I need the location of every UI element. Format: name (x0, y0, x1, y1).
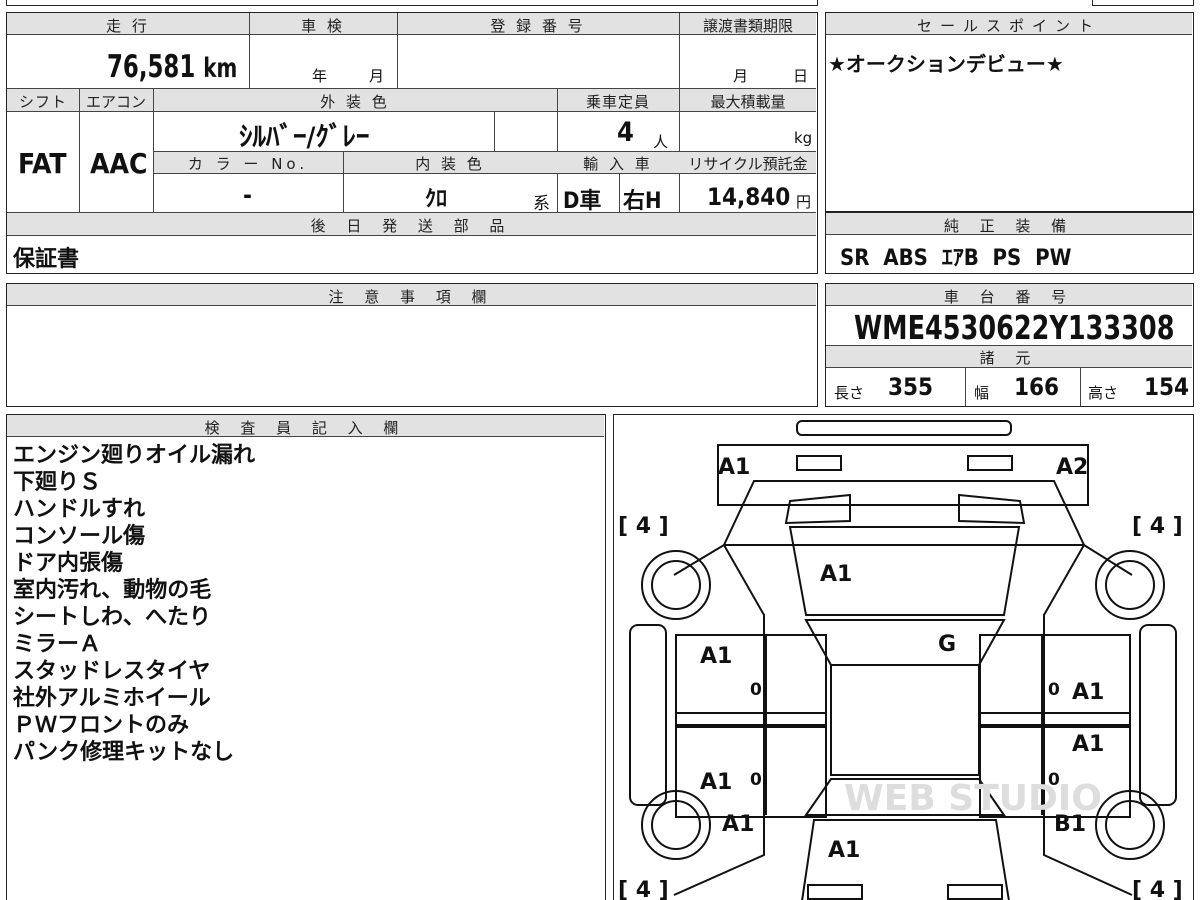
genuine-equipment-label: 純 正 装 備 (943, 217, 1075, 235)
max-load-unit: kg (794, 129, 813, 147)
sales-point-box: セールスポイント ★オークションデビュー★ (825, 12, 1194, 212)
mark-rear-fender-left: A1 (722, 812, 754, 837)
chassis-label: 車 台 番 号 (943, 288, 1075, 306)
mark-front-left: A1 (718, 455, 750, 480)
width-value: 166 (1014, 373, 1060, 401)
chassis-box: 車 台 番 号 WME4530622Y133308 諸 元 長さ 355 幅 1… (825, 283, 1194, 407)
note-item: シートしわ、へたり (13, 605, 212, 630)
recycle-label: リサイクル預託金 (688, 155, 808, 173)
genuine-equipment-box: 純 正 装 備 SR ABS ｴｱB PS PW (825, 212, 1194, 274)
note-item: コンソール傷 (13, 524, 146, 549)
car-diagram: WEB STUDIO [ 4 ] [ 4 ] [ 4 ] [ 4 ] A1 A2… (618, 420, 1183, 900)
interior-color-suffix: 系 (533, 194, 550, 214)
inspector-box: 検 査 員 記 入 欄 エンジン廻りオイル漏れ 下廻りＳ ハンドルすれ コンソー… (6, 414, 606, 900)
registration-label: 登 録 番 号 (490, 17, 586, 35)
caution-box: 注 意 事 項 欄 (6, 283, 818, 407)
mileage-value: 76,581 km (107, 49, 238, 85)
sales-point-label: セールスポイント (916, 17, 1101, 35)
mark-rear-fender-right: B1 (1054, 812, 1086, 837)
mark-zero: 0 (1048, 770, 1060, 790)
color-no-value: - (243, 181, 252, 209)
import-handle: 右H (623, 189, 662, 214)
aircon-label: エアコン (85, 93, 146, 111)
mark-zero: 0 (1048, 680, 1060, 700)
tire-top-left: [ 4 ] (618, 514, 669, 539)
capacity-unit: 人 (653, 133, 669, 151)
note-item: ドア内張傷 (13, 551, 124, 576)
mark-front-door-left: A1 (700, 644, 732, 669)
note-item: ミラーＡ (13, 632, 102, 657)
color-no-label: カ ラ ー No. (187, 155, 309, 173)
sales-point-text: ★オークションデビュー★ (828, 52, 1064, 76)
specs-label: 諸 元 (979, 349, 1039, 367)
length-label: 長さ (834, 384, 865, 402)
genuine-equipment-value: SR ABS ｴｱB PS PW (840, 246, 1072, 271)
mark-zero: 0 (750, 770, 762, 790)
mark-front-door-right: A1 (1072, 680, 1104, 705)
recycle-value: 14,840 (707, 183, 791, 211)
mileage-label: 走 行 (106, 17, 150, 35)
mark-rear-door-left: A1 (700, 770, 732, 795)
chassis-number: WME4530622Y133308 (854, 308, 1175, 347)
note-item: 下廻りＳ (13, 470, 102, 495)
note-item: 室内汚れ、動物の毛 (13, 578, 212, 603)
inspector-label: 検 査 員 記 入 欄 (204, 419, 407, 437)
note-item: パンク修理キットなし (13, 740, 235, 765)
transfer-month: 月 (733, 67, 749, 85)
transfer-deadline-label: 譲渡書類期限 (702, 17, 793, 35)
exterior-color-label: 外 装 色 (320, 93, 390, 111)
note-item: スタッドレスタイヤ (13, 659, 211, 684)
capacity-label: 乗車定員 (585, 93, 650, 111)
capacity-value: 4 (617, 117, 634, 148)
top-strip-right (1092, 0, 1194, 6)
exterior-color-value: ｼﾙﾊﾞｰ/ｸﾞﾚｰ (239, 122, 370, 153)
import-label: 輸 入 車 (583, 155, 653, 173)
tire-bottom-left: [ 4 ] (618, 878, 669, 900)
interior-color-label: 内 装 色 (415, 155, 485, 173)
inspector-notes: エンジン廻りオイル漏れ 下廻りＳ ハンドルすれ コンソール傷 ドア内張傷 室内汚… (13, 442, 255, 766)
caution-label: 注 意 事 項 欄 (328, 288, 495, 306)
note-item: エンジン廻りオイル漏れ (13, 443, 256, 468)
shift-label: シフト (18, 93, 67, 111)
shift-value: FAT (18, 147, 67, 180)
note-item: ハンドルすれ (13, 497, 146, 522)
mark-hood: A1 (820, 562, 852, 587)
mark-zero: 0 (750, 680, 762, 700)
mark-rear-door-right: A1 (1072, 732, 1104, 757)
tire-bottom-right: [ 4 ] (1132, 878, 1183, 900)
aircon-value: AAC (90, 147, 148, 180)
note-item: 社外アルミホイール (13, 686, 211, 711)
note-item: ＰＷフロントのみ (13, 713, 190, 738)
vehicle-info-table: 走 行 車 検 登 録 番 号 譲渡書類期限 76,581 km 年 月 月 日… (6, 12, 818, 274)
import-dealer: D車 (563, 189, 602, 214)
top-strip (6, 0, 818, 6)
inspection-month: 月 (369, 67, 385, 85)
car-diagram-box: WEB STUDIO [ 4 ] [ 4 ] [ 4 ] [ 4 ] A1 A2… (613, 414, 1194, 900)
mark-trunk: A1 (828, 838, 860, 863)
height-value: 154 (1144, 373, 1190, 401)
inspection-label: 車 検 (301, 17, 345, 35)
transfer-day: 日 (793, 67, 809, 85)
mark-front-right: A2 (1056, 455, 1088, 480)
max-load-label: 最大積載量 (710, 93, 786, 111)
later-parts-value: 保証書 (13, 247, 80, 272)
mark-windshield: G (938, 632, 956, 657)
inspection-year: 年 (312, 67, 328, 85)
height-label: 高さ (1088, 384, 1119, 402)
length-value: 355 (888, 373, 934, 401)
tire-top-right: [ 4 ] (1132, 514, 1183, 539)
interior-color-value: ｸﾛ (425, 187, 448, 212)
later-parts-label: 後 日 発 送 部 品 (310, 217, 513, 235)
width-label: 幅 (974, 384, 990, 402)
recycle-unit: 円 (796, 193, 812, 211)
